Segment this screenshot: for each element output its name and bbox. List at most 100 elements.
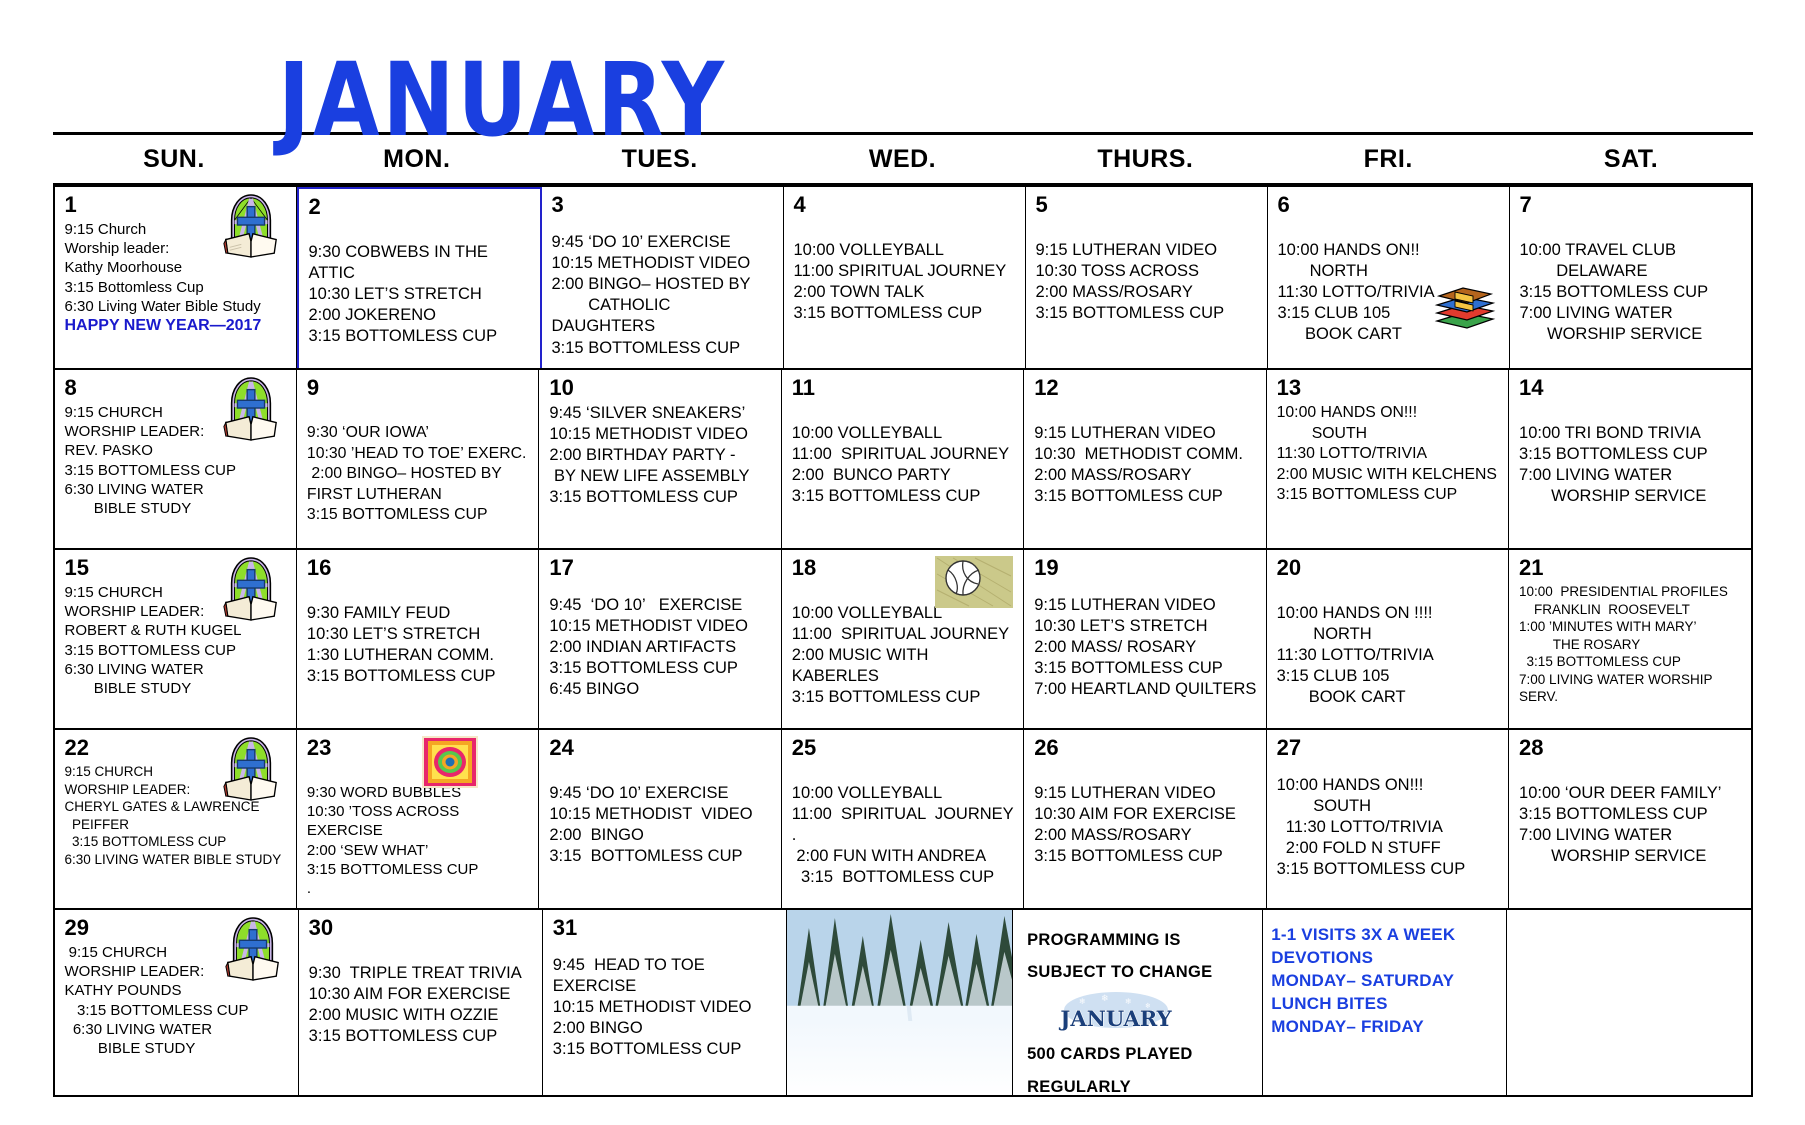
day-cell-9[interactable]: 9 9:30 ‘OUR IOWA’ 10:30 ’HEAD TO TOE’ EX… (297, 370, 540, 548)
day-cell-4[interactable]: 4 10:00 VOLLEYBALL 11:00 SPIRITUAL JOURN… (784, 187, 1026, 368)
day-cell-17[interactable]: 17 9:45 ‘DO 10’ EXERCISE 10:15 METHODIST… (539, 550, 782, 728)
day-number: 12 (1034, 375, 1059, 400)
day-cell-21[interactable]: 21 10:00 PRESIDENTIAL PROFILES FRANKLIN … (1509, 550, 1750, 728)
services-notes-cell: 1-1 VISITS 3X A WEEK DEVOTIONS MONDAY– S… (1263, 910, 1508, 1095)
day-cell-18[interactable]: 18 10:00 VOLLEYBALL 11:00 SPIRITUAL JOUR… (782, 550, 1025, 728)
day-number: 9 (306, 375, 320, 400)
calendar-week-row: 8 9:15 CHURCH WORSHIP LEADER: REV. PASKO… (54, 370, 1751, 550)
church-bible-icon (223, 557, 277, 621)
january-snow-logo: ❄ ❄ ❄ ❄ JANUARY (1058, 992, 1173, 1032)
empty-cell (1507, 910, 1750, 1095)
happy-new-year-note: HAPPY NEW YEAR—2017 (64, 316, 262, 334)
weekday-thurs: THURS. (1097, 144, 1194, 173)
svg-text:❄: ❄ (1079, 997, 1086, 1006)
day-cell-1[interactable]: 1 9:15 Church Worship leader: Kathy Moor… (55, 187, 297, 368)
day-number: 7 (1519, 192, 1532, 217)
day-cell-20[interactable]: 20 10:00 HANDS ON !!!! NORTH 11:30 LOTTO… (1267, 550, 1510, 728)
church-bible-icon (223, 737, 277, 801)
day-events: 10:00 VOLLEYBALL 11:00 SPIRITUAL JOURNEY… (793, 241, 1007, 323)
calendar-page: JANUARY SUN. MON. TUES. WED. THURS. FRI.… (0, 0, 1805, 1125)
day-number: 20 (1276, 555, 1302, 580)
day-cell-28[interactable]: 28 10:00 ‘OUR DEER FAMILY’ 3:15 BOTTOMLE… (1509, 730, 1750, 908)
day-cell-8[interactable]: 8 9:15 CHURCH WORSHIP LEADER: REV. PASKO… (55, 370, 297, 548)
day-cell-2[interactable]: 2 9:30 COBWEBS IN THE ATTIC 10:30 LET’S … (296, 187, 542, 368)
winter-photo-cell (786, 910, 1014, 1095)
day-events: 9:30 ‘OUR IOWA’ 10:30 ’HEAD TO TOE’ EXER… (306, 424, 527, 524)
day-cell-24[interactable]: 24 9:45 ‘DO 10’ EXERCISE 10:15 METHODIST… (539, 730, 782, 908)
day-events: 9:15 LUTHERAN VIDEO 10:30 METHODIST COMM… (1034, 424, 1243, 506)
lunch-bites-title: LUNCH BITES (1271, 993, 1388, 1013)
winter-snowy-pine-trees-photo (786, 910, 1013, 1095)
svg-text:JANUARY: JANUARY (1058, 1006, 1172, 1031)
day-cell-11[interactable]: 11 10:00 VOLLEYBALL 11:00 SPIRITUAL JOUR… (782, 370, 1025, 548)
cards-note-line-1: 500 CARDS PLAYED (1027, 1045, 1193, 1064)
day-number: 11 (791, 375, 816, 400)
day-events: 10:00 HANDS ON!!! SOUTH 11:30 LOTTO/TRIV… (1276, 404, 1497, 504)
calendar-title-bar: JANUARY (0, 0, 1805, 151)
day-cell-16[interactable]: 16 9:30 FAMILY FEUD 10:30 LET’S STRETCH … (297, 550, 540, 728)
church-bible-icon (222, 194, 277, 258)
day-number: 28 (1519, 735, 1544, 760)
svg-text:❄: ❄ (1125, 997, 1132, 1006)
day-cell-30[interactable]: 30 9:30 TRIPLE TREAT TRIVIA 10:30 AIM FO… (299, 910, 543, 1095)
day-cell-6[interactable]: 6 10:00 HANDS ON!! NORTH 11:30 LOTTO/TRI… (1268, 187, 1510, 368)
day-cell-26[interactable]: 26 9:15 LUTHERAN VIDEO 10:30 AIM FOR EXE… (1024, 730, 1267, 908)
calendar-week-row: 22 9:15 CHURCH WORSHIP LEADER: CHERYL GA… (54, 730, 1751, 910)
day-events: 10:00 VOLLEYBALL 11:00 SPIRITUAL JOURNEY… (791, 784, 1014, 887)
calendar-grid: 1 9:15 Church Worship leader: Kathy Moor… (52, 183, 1753, 1097)
day-cell-29[interactable]: 29 9:15 CHURCH WORSHIP LEADER: KATHY POU… (55, 910, 299, 1095)
quilt-icon (422, 736, 479, 788)
day-number: 6 (1277, 192, 1290, 217)
day-cell-22[interactable]: 22 9:15 CHURCH WORSHIP LEADER: CHERYL GA… (55, 730, 297, 908)
programming-note-line-1: PROGRAMMING IS (1027, 931, 1181, 949)
day-events: 9:15 LUTHERAN VIDEO 10:30 TOSS ACROSS 2:… (1035, 241, 1225, 323)
day-events: 9:15 LUTHERAN VIDEO 10:30 AIM FOR EXERCI… (1034, 784, 1236, 866)
day-cell-27[interactable]: 27 10:00 HANDS ON!!! SOUTH 11:30 LOTTO/T… (1267, 730, 1510, 908)
day-number: 31 (552, 915, 578, 940)
day-events: 9:30 COBWEBS IN THE ATTIC 10:30 LET’S ST… (308, 243, 498, 346)
day-number: 17 (549, 555, 574, 580)
devotions-days: MONDAY– SATURDAY (1271, 970, 1455, 990)
pine-trees-illustration (786, 910, 1013, 1025)
day-number: 4 (793, 192, 806, 217)
day-events: 9:45 ‘SILVER SNEAKERS’ 10:15 METHODIST V… (549, 404, 750, 507)
day-number: 24 (549, 735, 574, 760)
weekday-sun: SUN. (143, 144, 205, 173)
weekday-wed: WED. (868, 144, 937, 173)
day-events: 9:30 WORD BUBBLES 10:30 ’TOSS ACROSS EXE… (306, 784, 479, 897)
day-events: 10:00 HANDS ON!!! SOUTH 11:30 LOTTO/TRIV… (1276, 776, 1466, 879)
day-events: 10:00 VOLLEYBALL 11:00 SPIRITUAL JOURNEY… (791, 424, 1010, 506)
lunch-bites-days: MONDAY– FRIDAY (1271, 1016, 1424, 1036)
day-cell-31[interactable]: 31 9:45 HEAD TO TOE EXERCISE 10:15 METHO… (543, 910, 787, 1095)
day-cell-25[interactable]: 25 10:00 VOLLEYBALL 11:00 SPIRITUAL JOUR… (782, 730, 1025, 908)
day-events: 10:00 PRESIDENTIAL PROFILES FRANKLIN ROO… (1519, 584, 1728, 705)
day-cell-3[interactable]: 3 9:45 ‘DO 10’ EXERCISE 10:15 METHODIST … (542, 187, 784, 368)
day-events: 10:00 HANDS ON !!!! NORTH 11:30 LOTTO/TR… (1276, 604, 1434, 707)
day-number: 23 (306, 735, 332, 760)
volleyball-icon (935, 556, 1014, 608)
weekday-sat: SAT. (1603, 144, 1659, 173)
day-number: 19 (1034, 555, 1059, 580)
day-cell-7[interactable]: 7 10:00 TRAVEL CLUB DELAWARE 3:15 BOTTOM… (1510, 187, 1751, 368)
day-cell-10[interactable]: 10 9:45 ‘SILVER SNEAKERS’ 10:15 METHODIS… (539, 370, 782, 548)
day-cell-19[interactable]: 19 9:15 LUTHERAN VIDEO 10:30 LET’S STRET… (1024, 550, 1267, 728)
day-cell-14[interactable]: 14 10:00 TRI BOND TRIVIA 3:15 BOTTOMLESS… (1509, 370, 1750, 548)
church-bible-icon (225, 917, 279, 981)
visits-note: 1-1 VISITS 3X A WEEK (1271, 925, 1456, 944)
page-title: JANUARY (278, 41, 728, 160)
day-events: 9:45 HEAD TO TOE EXERCISE 10:15 METHODIS… (552, 956, 752, 1059)
day-number: 26 (1034, 735, 1059, 760)
day-cell-23[interactable]: 23 9:30 WORD BUBBLES 10:30 ’TOSS ACROSS … (297, 730, 540, 908)
day-events: 9:45 ‘DO 10’ EXERCISE 10:15 METHODIST VI… (551, 233, 751, 357)
day-events: 9:45 ‘DO 10’ EXERCISE 10:15 METHODIST VI… (549, 596, 749, 699)
day-events: 9:45 ‘DO 10’ EXERCISE 10:15 METHODIST VI… (549, 784, 753, 866)
day-number: 5 (1035, 192, 1048, 217)
programming-notes-cell: PROGRAMMING IS SUBJECT TO CHANGE ❄ ❄ ❄ ❄… (1013, 910, 1264, 1095)
day-number: 30 (308, 915, 334, 940)
day-events: 10:00 ‘OUR DEER FAMILY’ 3:15 BOTTOMLESS … (1519, 784, 1722, 866)
programming-note-line-2: SUBJECT TO CHANGE (1027, 963, 1213, 982)
day-cell-5[interactable]: 5 9:15 LUTHERAN VIDEO 10:30 TOSS ACROSS … (1026, 187, 1268, 368)
day-cell-13[interactable]: 13 10:00 HANDS ON!!! SOUTH 11:30 LOTTO/T… (1267, 370, 1510, 548)
day-cell-12[interactable]: 12 9:15 LUTHERAN VIDEO 10:30 METHODIST C… (1024, 370, 1267, 548)
day-cell-15[interactable]: 15 9:15 CHURCH WORSHIP LEADER: ROBERT & … (55, 550, 297, 728)
